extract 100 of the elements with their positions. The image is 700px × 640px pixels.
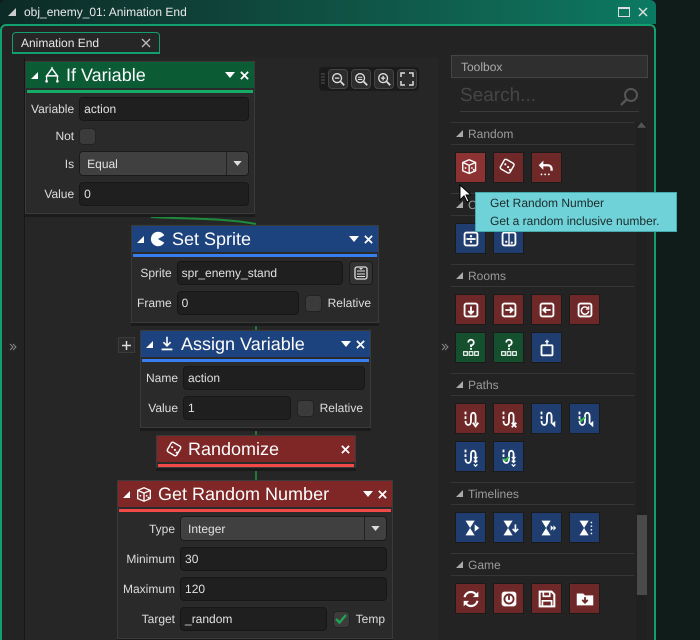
field-label: Target <box>140 611 176 628</box>
tool-button[interactable] <box>531 332 562 363</box>
input-field[interactable]: action <box>79 97 249 121</box>
tool-button[interactable] <box>455 512 486 543</box>
tool-button[interactable] <box>455 441 486 472</box>
tool-button[interactable] <box>455 223 486 254</box>
tool-button[interactable] <box>569 512 600 543</box>
zoom-in-icon[interactable] <box>376 71 392 87</box>
tool-button[interactable] <box>493 294 524 325</box>
tool-button[interactable] <box>493 512 524 543</box>
node-header[interactable]: If Variable <box>26 62 254 88</box>
tool-button[interactable] <box>569 294 600 325</box>
collapse-icon[interactable] <box>146 340 153 348</box>
checkbox[interactable] <box>332 610 350 628</box>
node-title: Set Sprite <box>172 230 252 248</box>
browse-button[interactable] <box>349 261 373 285</box>
section-header[interactable]: Game <box>451 553 634 576</box>
input-field[interactable]: 1 <box>183 396 291 420</box>
input-field[interactable]: 0 <box>79 182 249 206</box>
caret-icon <box>233 161 242 166</box>
dropdown[interactable]: Integer <box>180 516 387 541</box>
tool-button[interactable] <box>455 152 486 183</box>
tool-button[interactable] <box>455 583 486 614</box>
tool-button[interactable] <box>455 403 486 434</box>
caret-icon[interactable] <box>349 236 359 242</box>
section-header[interactable]: Timelines <box>451 482 634 505</box>
tool-button[interactable] <box>493 152 524 183</box>
node-header[interactable]: Get Random Number <box>118 481 392 507</box>
scrollbar-thumb[interactable] <box>636 515 646 595</box>
expand-icon[interactable] <box>9 343 17 351</box>
section-header[interactable]: Random <box>451 122 634 145</box>
window-title: obj_enemy_01: Animation End <box>24 4 188 21</box>
collapse-icon[interactable] <box>123 490 130 498</box>
maximize-icon[interactable] <box>618 7 630 17</box>
expand-icon[interactable] <box>440 343 448 351</box>
checkbox[interactable] <box>304 294 322 312</box>
input-field[interactable]: 30 <box>180 547 387 571</box>
field-label: Value <box>147 400 178 417</box>
tab[interactable]: Animation End <box>12 32 160 54</box>
tool-button[interactable] <box>569 583 600 614</box>
collapse-icon <box>456 381 463 388</box>
field-label: Is <box>64 156 74 172</box>
caret-icon[interactable] <box>225 72 235 78</box>
tool-button[interactable] <box>569 403 600 434</box>
fullscreen-icon[interactable] <box>400 72 414 86</box>
collapse-icon[interactable] <box>8 8 16 16</box>
close-icon[interactable] <box>141 38 151 48</box>
field-label: Frame <box>137 295 172 312</box>
tool-button[interactable] <box>531 152 562 183</box>
collapse-icon <box>456 490 463 497</box>
collapse-icon <box>456 272 463 279</box>
dice-icon <box>135 485 153 503</box>
section-header[interactable]: Paths <box>451 373 634 396</box>
collapse-icon[interactable] <box>137 236 144 242</box>
input-field[interactable]: _random <box>180 607 327 631</box>
checkbox-label: Temp <box>356 611 386 628</box>
dropdown[interactable]: Equal <box>79 151 249 176</box>
caret-icon <box>371 526 380 531</box>
field-label: Variable <box>31 101 74 118</box>
node-header[interactable]: Assign Variable <box>141 331 370 357</box>
tooltip-title: Get Random Number <box>490 195 606 212</box>
tool-button[interactable] <box>531 583 562 614</box>
close-icon[interactable] <box>638 7 648 17</box>
collapse-icon <box>456 130 463 137</box>
checkbox-label: Relative <box>320 400 364 417</box>
panel-title: Toolbox <box>451 55 648 78</box>
section-header[interactable]: Rooms <box>451 264 634 287</box>
checkbox[interactable] <box>79 128 96 144</box>
collapse-icon[interactable] <box>31 72 38 78</box>
tool-button[interactable] <box>531 403 562 434</box>
field-label: Name <box>146 370 178 387</box>
add-button[interactable] <box>118 337 135 353</box>
search-icon <box>619 86 639 106</box>
dice-icon <box>165 440 183 458</box>
caret-icon[interactable] <box>341 341 351 347</box>
zoom-out-icon[interactable] <box>330 71 346 87</box>
tool-button[interactable] <box>493 332 524 363</box>
input-field[interactable]: 120 <box>180 577 387 601</box>
tool-button[interactable] <box>493 441 524 472</box>
tooltip-text: Get a random inclusive number. <box>490 213 660 230</box>
input-field[interactable]: action <box>183 366 365 390</box>
input-field[interactable]: 0 <box>176 291 299 315</box>
list-icon <box>354 266 368 280</box>
tool-button[interactable] <box>531 512 562 543</box>
node-title: Get Random Number <box>158 485 330 503</box>
tool-button[interactable] <box>493 583 524 614</box>
check-icon <box>335 613 348 625</box>
node-header[interactable]: Set Sprite <box>132 226 378 252</box>
node-title: If Variable <box>66 66 147 84</box>
tool-button[interactable] <box>455 294 486 325</box>
field-label: Minimum <box>125 551 176 568</box>
zoom-reset-icon[interactable] <box>353 71 369 87</box>
tool-button[interactable] <box>493 403 524 434</box>
caret-icon[interactable] <box>363 491 373 497</box>
tool-button[interactable] <box>455 332 486 363</box>
node-header[interactable]: Randomize <box>157 436 355 462</box>
tool-button[interactable] <box>531 294 562 325</box>
plus-icon <box>122 340 131 350</box>
input-field[interactable]: spr_enemy_stand <box>176 261 343 285</box>
checkbox[interactable] <box>296 400 314 416</box>
